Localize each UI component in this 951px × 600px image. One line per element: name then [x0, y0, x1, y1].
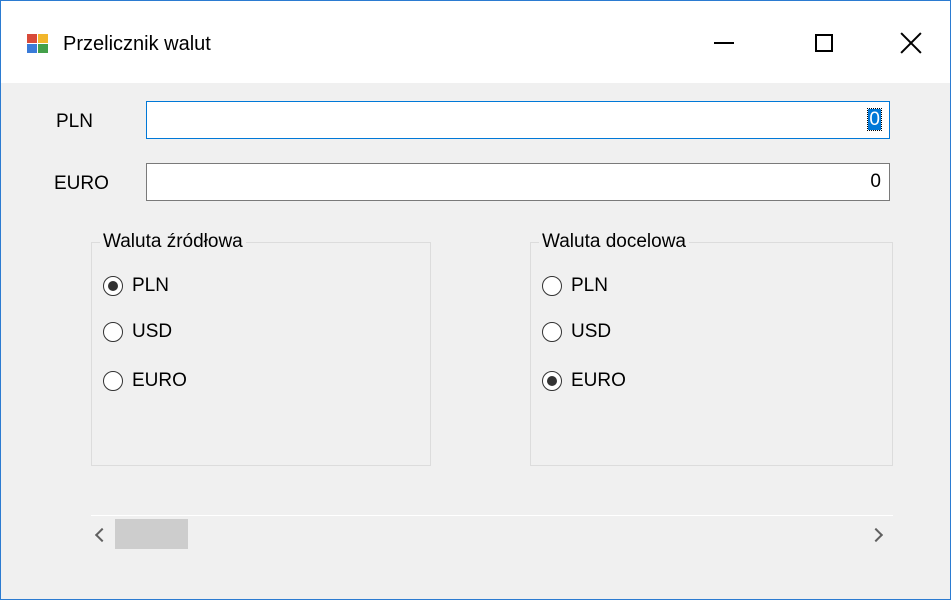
- radio-unchecked-icon[interactable]: [103, 322, 123, 342]
- scrollbar-track[interactable]: [91, 516, 893, 554]
- scrollbar-thumb[interactable]: [115, 519, 188, 549]
- target-group-title: Waluta docelowa: [539, 230, 689, 254]
- maximize-button[interactable]: [794, 15, 854, 71]
- radio-label: EURO: [571, 370, 626, 391]
- window-title: Przelicznik walut: [63, 33, 211, 55]
- euro-label: EURO: [54, 173, 109, 194]
- radio-label: EURO: [132, 370, 187, 391]
- title-bar[interactable]: Przelicznik walut: [1, 1, 950, 83]
- source-group-title: Waluta źródłowa: [100, 230, 246, 254]
- minimize-button[interactable]: [694, 15, 754, 71]
- scroll-right-arrow-icon[interactable]: [869, 526, 887, 544]
- app-form-icon: [27, 34, 49, 54]
- main-window: Przelicznik walut PLN 0 EURO 0 Waluta źr…: [0, 0, 951, 600]
- radio-label: USD: [132, 321, 173, 342]
- target-radio-euro[interactable]: EURO: [542, 367, 626, 395]
- radio-checked-icon[interactable]: [542, 371, 562, 391]
- target-currency-group: Waluta docelowa PLN USD EURO: [530, 230, 893, 466]
- radio-label: PLN: [132, 275, 169, 296]
- radio-unchecked-icon[interactable]: [542, 322, 562, 342]
- radio-label: USD: [571, 321, 612, 342]
- source-radio-usd[interactable]: USD: [103, 318, 172, 346]
- source-radio-pln[interactable]: PLN: [103, 272, 169, 300]
- euro-input-value: 0: [870, 171, 881, 192]
- radio-unchecked-icon[interactable]: [542, 276, 562, 296]
- euro-input[interactable]: 0: [146, 163, 890, 201]
- radio-unchecked-icon[interactable]: [103, 371, 123, 391]
- source-currency-group: Waluta źródłowa PLN USD EURO: [91, 230, 431, 466]
- pln-label: PLN: [56, 111, 93, 132]
- minimize-icon: [714, 42, 734, 44]
- close-button[interactable]: [881, 15, 941, 71]
- maximize-icon: [815, 34, 833, 52]
- close-icon: [900, 32, 922, 54]
- pln-input-value: 0: [867, 108, 882, 131]
- pln-input[interactable]: 0: [146, 101, 890, 139]
- target-radio-pln[interactable]: PLN: [542, 272, 608, 300]
- target-radio-usd[interactable]: USD: [542, 318, 611, 346]
- radio-label: PLN: [571, 275, 608, 296]
- radio-checked-icon[interactable]: [103, 276, 123, 296]
- scroll-left-arrow-icon[interactable]: [91, 526, 109, 544]
- horizontal-scrollbar[interactable]: [91, 515, 893, 554]
- source-radio-euro[interactable]: EURO: [103, 367, 187, 395]
